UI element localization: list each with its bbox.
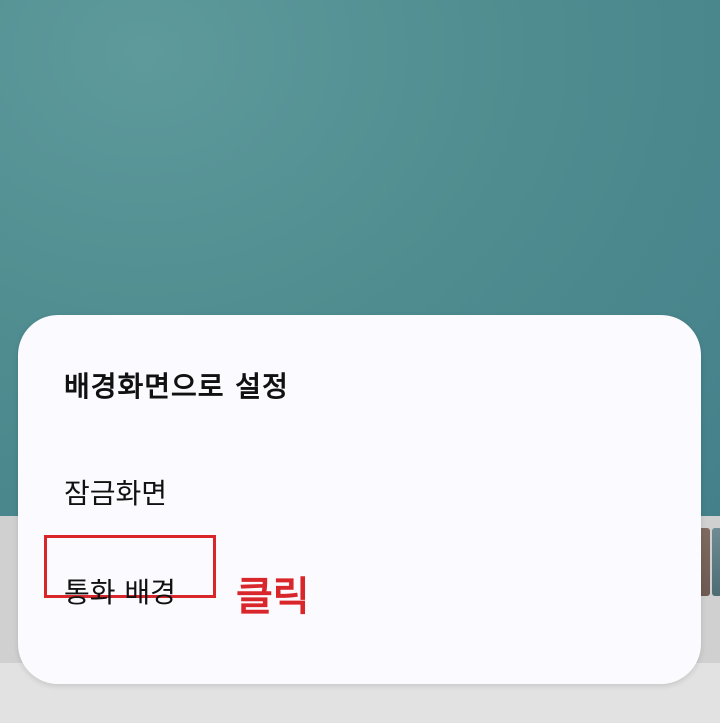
- set-wallpaper-sheet: 배경화면으로 설정 잠금화면 통화 배경 클릭: [18, 315, 701, 684]
- wallpaper-thumbnail[interactable]: [712, 528, 720, 596]
- menu-item-call-background[interactable]: 통화 배경: [64, 571, 176, 611]
- menu-item-lock-screen[interactable]: 잠금화면: [64, 472, 167, 512]
- sheet-title: 배경화면으로 설정: [64, 370, 289, 403]
- click-annotation: 클릭: [236, 574, 310, 620]
